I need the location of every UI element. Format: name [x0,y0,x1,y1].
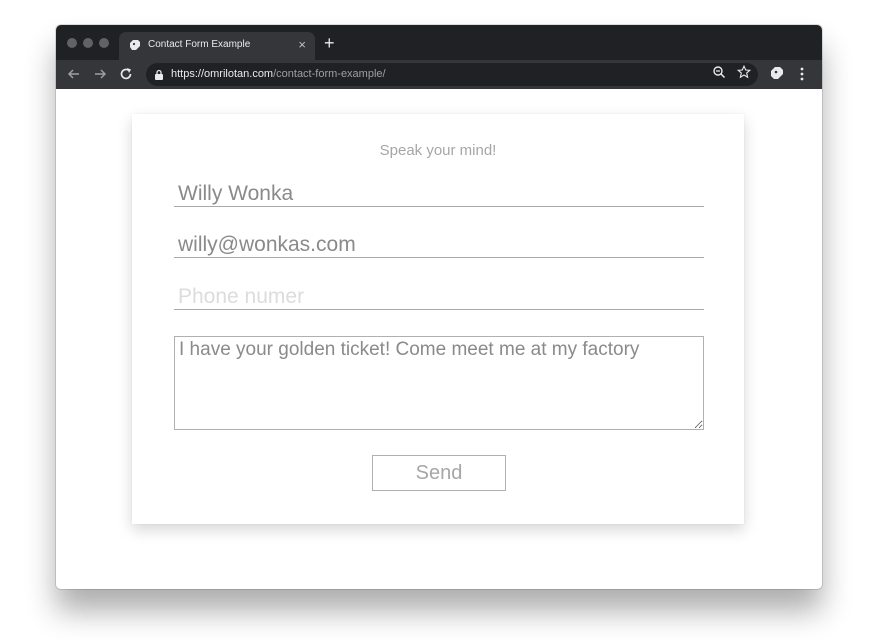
form-heading: Speak your mind! [379,142,497,159]
contact-form-card: Speak your mind! I have your golden tick… [132,114,744,524]
browser-toolbar: https://omrilotan.com/contact-form-examp… [56,60,822,89]
reload-icon[interactable] [117,65,135,83]
forward-arrow-icon[interactable] [91,65,109,83]
tab-title: Contact Form Example [148,39,251,50]
phone-field[interactable] [174,284,704,310]
tab-contact-form[interactable]: Contact Form Example × [119,32,315,60]
extension-icon[interactable] [770,66,784,80]
favicon-icon [130,40,140,50]
zoom-icon[interactable] [712,65,726,79]
url-path: /contact-form-example/ [273,68,386,80]
tab-close-icon[interactable]: × [298,36,306,54]
back-arrow-icon[interactable] [65,65,83,83]
window-zoom-dot[interactable] [99,38,109,48]
window-minimize-dot[interactable] [83,38,93,48]
send-button[interactable]: Send [372,455,506,491]
window-close-dot[interactable] [67,38,77,48]
message-textarea[interactable]: I have your golden ticket! Come meet me … [174,336,704,430]
bookmark-star-icon[interactable] [737,65,751,79]
url-domain: https://omrilotan.com [171,68,274,80]
lock-icon [155,69,163,80]
browser-menu-icon[interactable] [797,66,807,82]
browser-window: Contact Form Example × + https://omrilot… [56,25,822,589]
url-text: https://omrilotan.com/contact-form-examp… [171,68,386,80]
new-tab-button[interactable]: + [324,33,335,53]
page-viewport: Speak your mind! I have your golden tick… [56,89,822,589]
email-field[interactable] [174,232,704,258]
name-field[interactable] [174,181,704,207]
address-bar[interactable]: https://omrilotan.com/contact-form-examp… [146,63,758,86]
tab-strip: Contact Form Example × + [56,25,822,60]
